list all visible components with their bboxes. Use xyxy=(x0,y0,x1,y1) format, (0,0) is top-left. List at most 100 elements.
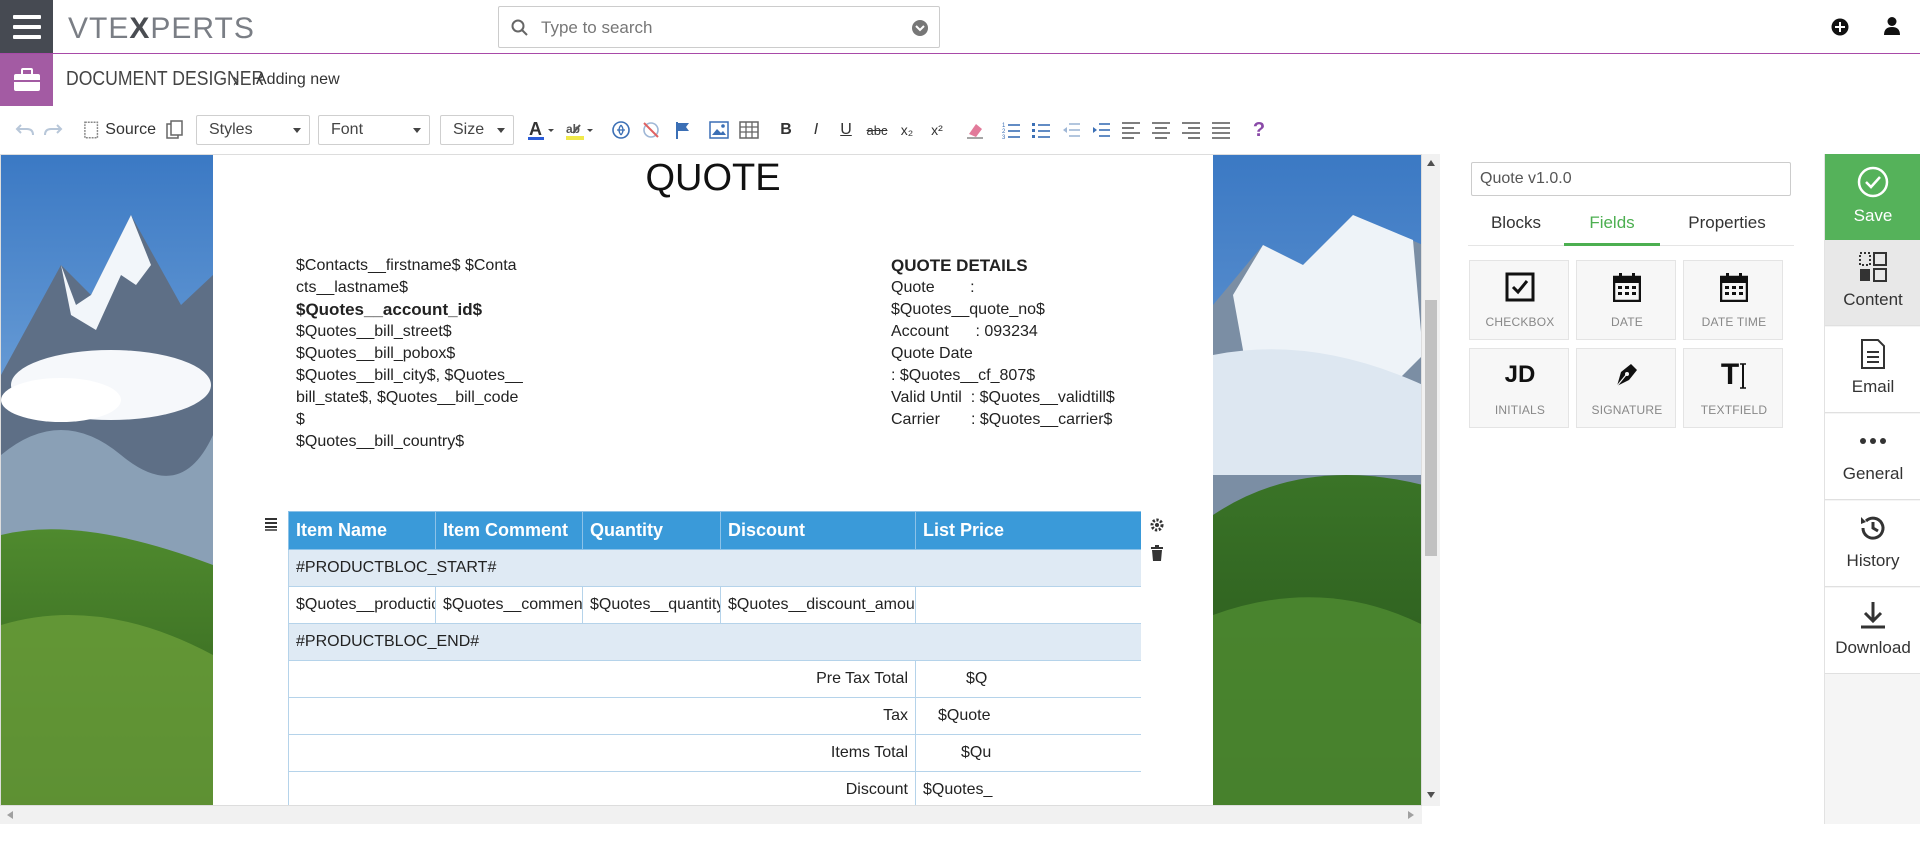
table-menu-icon[interactable] xyxy=(258,511,284,537)
table-cell[interactable] xyxy=(915,586,1141,624)
billing-address-block[interactable]: $Contacts__firstname$ $Conta cts__lastna… xyxy=(296,255,546,453)
bullet-list-icon[interactable] xyxy=(1030,118,1052,142)
redo-icon[interactable] xyxy=(42,118,64,142)
align-justify-icon[interactable] xyxy=(1210,118,1232,142)
product-block-start[interactable]: #PRODUCTBLOC_START# xyxy=(288,549,1141,587)
size-dropdown[interactable]: Size xyxy=(440,115,514,145)
outdent-icon[interactable] xyxy=(1060,118,1082,142)
source-button[interactable]: Source xyxy=(82,118,156,142)
sidebar-item-email[interactable]: Email xyxy=(1825,327,1920,413)
table-row: Pre Tax Total $Q xyxy=(288,660,1141,698)
underline-button[interactable]: U xyxy=(836,118,856,142)
bold-button[interactable]: B xyxy=(776,118,796,142)
chevron-down-icon[interactable] xyxy=(911,19,929,37)
logo[interactable]: VTEXPERTS xyxy=(68,12,255,46)
total-label[interactable]: Pre Tax Total xyxy=(288,660,916,698)
field-label: TEXTFIELD xyxy=(1700,403,1768,417)
address-line: $Quotes__bill_country$ xyxy=(296,433,465,450)
field-date-time[interactable]: DATE TIME xyxy=(1683,260,1783,340)
link-icon[interactable] xyxy=(610,118,632,142)
document-editor[interactable]: QUOTE $Contacts__firstname$ $Conta cts__… xyxy=(0,154,1422,806)
pen-icon xyxy=(1577,359,1677,391)
sidebar-item-general[interactable]: General xyxy=(1825,414,1920,500)
sidebar-item-label: Email xyxy=(1851,377,1895,396)
column-header[interactable]: List Price xyxy=(915,511,1141,550)
italic-button[interactable]: I xyxy=(806,118,826,142)
help-button[interactable]: ? xyxy=(1248,118,1270,142)
total-value[interactable]: $Quote xyxy=(915,697,1141,735)
table-cell[interactable]: $Quotes__discount_amount$ xyxy=(720,586,916,624)
total-label[interactable]: Discount xyxy=(288,771,916,805)
briefcase-icon[interactable] xyxy=(0,54,53,106)
table-icon[interactable] xyxy=(738,118,760,142)
template-name-field[interactable]: Quote v1.0.0 xyxy=(1471,162,1791,196)
field-checkbox[interactable]: CHECKBOX xyxy=(1469,260,1569,340)
scrollbar-thumb[interactable] xyxy=(1425,300,1437,556)
global-search xyxy=(498,6,940,48)
table-cell[interactable]: $Quotes__productid$ xyxy=(288,586,436,624)
sidebar-item-history[interactable]: History xyxy=(1825,501,1920,587)
image-icon[interactable] xyxy=(708,118,730,142)
indent-icon[interactable] xyxy=(1090,118,1112,142)
action-sidebar: Save Content Email General History Downl… xyxy=(1824,154,1920,824)
total-value[interactable]: $Qu xyxy=(915,734,1141,772)
table-cell[interactable]: $Quotes__quantity$ xyxy=(582,586,721,624)
address-line: $Quotes__account_id$ xyxy=(296,300,483,319)
tab-fields[interactable]: Fields xyxy=(1564,208,1660,246)
sidebar-item-label: General xyxy=(1842,464,1904,483)
strikethrough-button[interactable]: abc xyxy=(864,118,890,142)
align-left-icon[interactable] xyxy=(1120,118,1142,142)
templates-icon[interactable] xyxy=(164,118,186,142)
menu-icon[interactable] xyxy=(0,0,53,53)
column-header[interactable]: Item Comment xyxy=(435,511,583,550)
gear-icon[interactable] xyxy=(1145,513,1169,537)
align-center-icon[interactable] xyxy=(1150,118,1172,142)
align-right-icon[interactable] xyxy=(1180,118,1202,142)
vertical-scrollbar[interactable] xyxy=(1422,154,1440,806)
total-label[interactable]: Items Total xyxy=(288,734,916,772)
styles-dropdown[interactable]: Styles xyxy=(196,115,310,145)
sidebar-item-download[interactable]: Download xyxy=(1825,588,1920,674)
column-header[interactable]: Item Name xyxy=(288,511,436,550)
field-initials[interactable]: JD INITIALS xyxy=(1469,348,1569,428)
document-page[interactable]: QUOTE $Contacts__firstname$ $Conta cts__… xyxy=(213,155,1213,805)
text-color-icon[interactable]: A xyxy=(526,118,556,142)
superscript-button[interactable]: x² xyxy=(926,118,948,142)
calendar-icon xyxy=(1577,271,1677,303)
undo-icon[interactable] xyxy=(14,118,36,142)
total-label[interactable]: Tax xyxy=(288,697,916,735)
column-header[interactable]: Discount xyxy=(720,511,916,550)
sidebar-item-content[interactable]: Content xyxy=(1825,240,1920,326)
details-line: Valid Until : $Quotes__validtill$ xyxy=(891,389,1115,406)
clear-format-icon[interactable] xyxy=(964,118,986,142)
product-block-end[interactable]: #PRODUCTBLOC_END# xyxy=(288,623,1141,661)
column-header[interactable]: Quantity xyxy=(582,511,721,550)
field-signature[interactable]: SIGNATURE xyxy=(1576,348,1676,428)
user-icon[interactable] xyxy=(1883,16,1901,36)
quote-details-block[interactable]: QUOTE DETAILS Quote : $Quotes__quote_no$… xyxy=(891,255,1151,431)
anchor-flag-icon[interactable] xyxy=(672,118,694,142)
highlight-color-icon[interactable]: ab xyxy=(564,118,596,142)
subscript-button[interactable]: x₂ xyxy=(896,118,918,142)
search-input[interactable] xyxy=(541,17,881,39)
field-date[interactable]: DATE xyxy=(1576,260,1676,340)
product-table[interactable]: Item Name Item Comment Quantity Discount… xyxy=(288,511,1141,805)
tab-blocks[interactable]: Blocks xyxy=(1468,208,1564,246)
document-title[interactable]: QUOTE xyxy=(213,157,1213,200)
font-dropdown[interactable]: Font xyxy=(318,115,430,145)
total-value[interactable]: $Quotes_ xyxy=(915,771,1141,805)
trash-icon[interactable] xyxy=(1145,541,1169,565)
details-line: : $Quotes__cf_807$ xyxy=(891,367,1036,384)
save-button[interactable]: Save xyxy=(1825,154,1920,240)
details-line: $Quotes__quote_no$ xyxy=(891,301,1045,318)
horizontal-scrollbar[interactable] xyxy=(0,806,1422,824)
add-icon[interactable] xyxy=(1831,18,1849,36)
total-value[interactable]: $Q xyxy=(915,660,1141,698)
numbered-list-icon[interactable]: 123 xyxy=(1000,118,1022,142)
history-icon xyxy=(1857,511,1889,545)
table-cell[interactable]: $Quotes__comment$ xyxy=(435,586,583,624)
unlink-icon[interactable] xyxy=(640,118,662,142)
field-label: SIGNATURE xyxy=(1591,403,1663,417)
field-textfield[interactable]: T TEXTFIELD xyxy=(1683,348,1783,428)
tab-properties[interactable]: Properties xyxy=(1664,208,1790,246)
